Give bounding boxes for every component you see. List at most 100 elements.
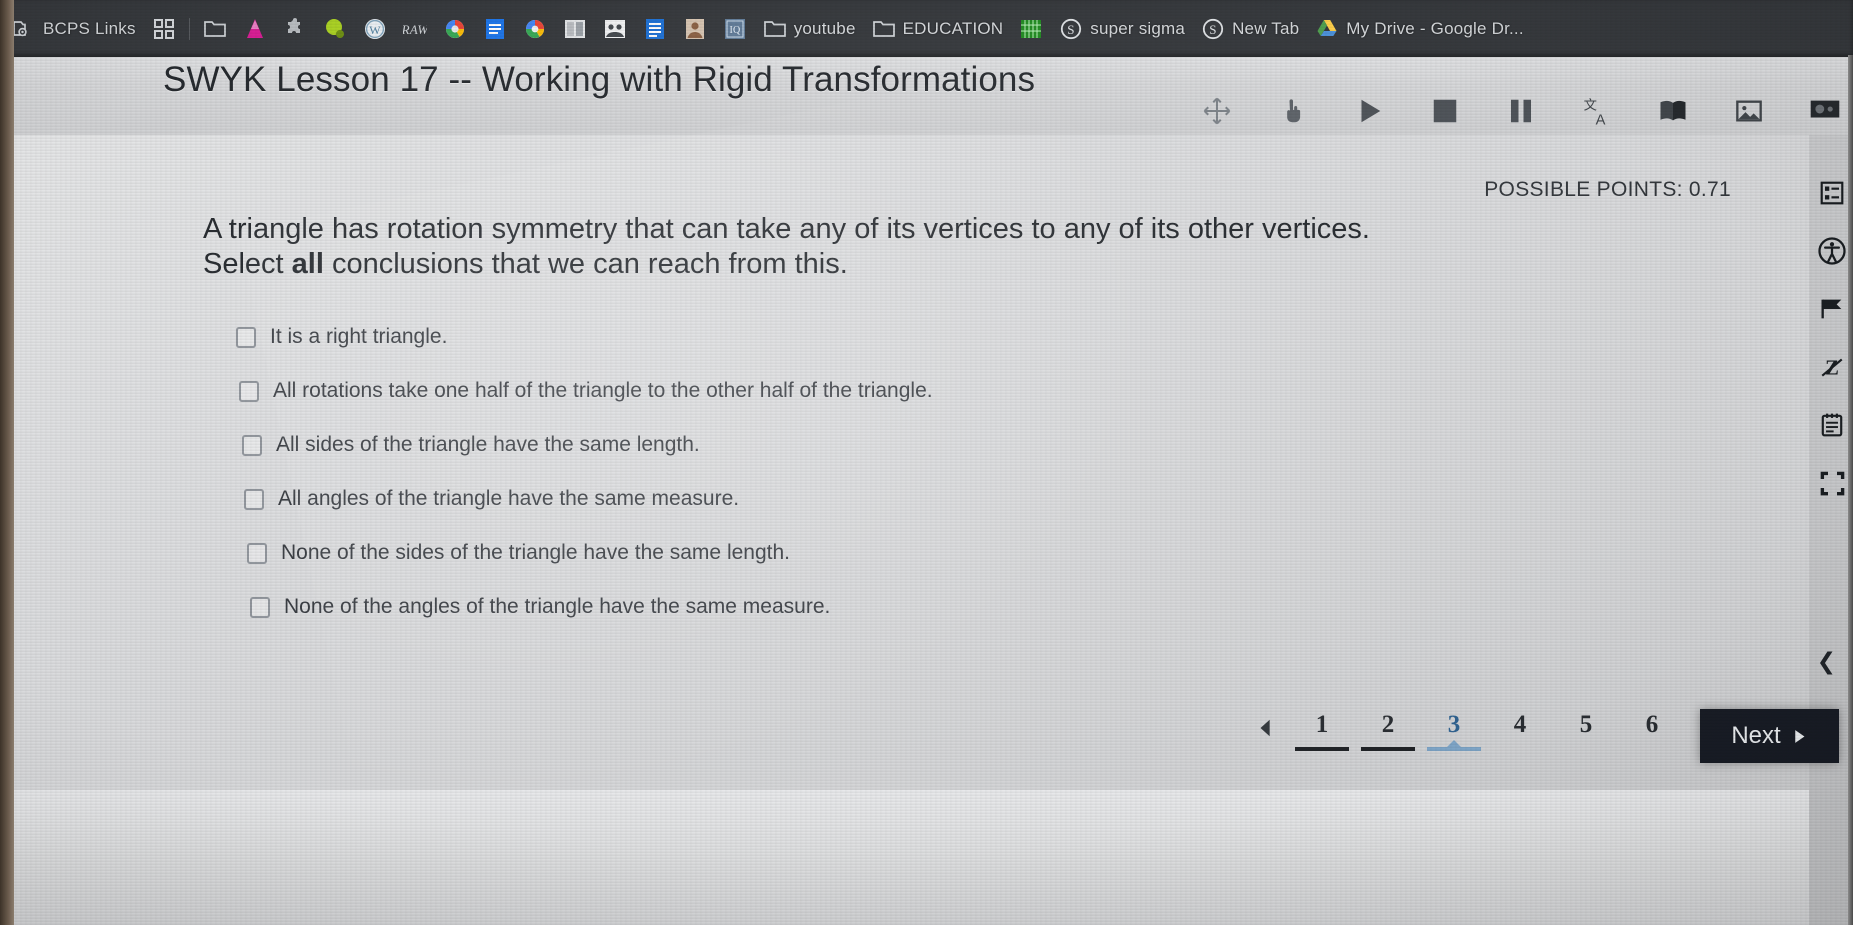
puzzle-piece-icon (287, 17, 300, 33)
sigma-circle-icon: S (1061, 18, 1082, 39)
pause-button[interactable] (1504, 94, 1538, 128)
blue-document-icon (645, 18, 664, 39)
question-line-1: A triangle has rotation symmetry that ca… (203, 213, 1370, 245)
bookmark-site-iq[interactable]: IQ (715, 9, 755, 49)
bookmark-label: My Drive - Google Dr... (1346, 18, 1524, 38)
bookmark-my-drive[interactable]: My Drive - Google Dr... (1307, 9, 1531, 49)
option-checkbox[interactable] (244, 488, 264, 510)
pause-bars-icon (1511, 99, 1531, 123)
answer-options: It is a right triangle. All rotations ta… (236, 310, 1436, 634)
folder-icon (763, 20, 786, 37)
image-icon (1736, 100, 1762, 122)
pagination-page-2[interactable]: 2 (1355, 711, 1421, 751)
bookmark-site-google-1[interactable] (435, 9, 475, 49)
bookmark-site-cards[interactable] (555, 9, 595, 49)
pagination-number: 3 (1447, 711, 1461, 738)
bookmark-site-people[interactable] (595, 9, 635, 49)
option-checkbox[interactable] (236, 326, 256, 348)
portrait-photo-icon (685, 18, 704, 39)
pagination-prev-button[interactable] (1243, 705, 1289, 751)
bookmark-folder-1[interactable] (195, 9, 235, 49)
bookmark-label: New Tab (1232, 18, 1300, 38)
option-checkbox[interactable] (247, 542, 267, 564)
bookmark-site-bluedoc-1[interactable] (475, 9, 515, 49)
monitor-bezel-left (0, 0, 14, 925)
svg-text:IQ: IQ (729, 25, 741, 36)
bookmark-site-bluedoc-2[interactable] (635, 9, 675, 49)
bookmark-label: youtube (793, 18, 856, 38)
accessibility-button[interactable] (1817, 236, 1847, 266)
option-checkbox[interactable] (250, 596, 270, 618)
pagination-page-6[interactable]: 6 (1619, 711, 1685, 751)
pagination-page-3[interactable]: 3 (1421, 711, 1487, 751)
flag-button[interactable] (1817, 294, 1847, 324)
translate-button[interactable]: 文 A (1580, 94, 1614, 128)
question-list-button[interactable] (1817, 178, 1847, 208)
image-button[interactable] (1732, 94, 1766, 128)
iq-blueprint-icon: IQ (724, 18, 745, 39)
wordpress-icon: W (364, 18, 385, 39)
bookmark-site-cone[interactable] (235, 9, 275, 49)
bookmark-super-sigma[interactable]: S super sigma (1051, 9, 1193, 49)
pagination-page-1[interactable]: 1 (1289, 711, 1355, 751)
bookmark-bcps-links[interactable]: BCPS Links (4, 9, 144, 49)
option-checkbox[interactable] (239, 380, 259, 402)
bookmark-new-tab[interactable]: S New Tab (1193, 9, 1307, 49)
hand-pointer-tool-icon[interactable] (1276, 94, 1310, 128)
fullscreen-icon (1820, 471, 1844, 495)
notepad-icon (1821, 413, 1843, 437)
bookmark-label: EDUCATION (902, 18, 1004, 38)
google-drive-icon (1317, 19, 1337, 36)
option-row[interactable]: None of the sides of the triangle have t… (236, 526, 1436, 580)
green-blob-icon (325, 18, 344, 38)
option-row[interactable]: All sides of the triangle have the same … (236, 418, 1436, 472)
book-button[interactable] (1656, 94, 1690, 128)
svg-text:A: A (1596, 112, 1606, 127)
option-label: None of the sides of the triangle have t… (281, 541, 790, 564)
pagination-page-5[interactable]: 5 (1553, 711, 1619, 751)
bookmark-site-google-2[interactable] (515, 9, 555, 49)
bookmark-site-puzzle[interactable] (275, 9, 315, 49)
bookmark-folder-youtube[interactable]: youtube (755, 9, 864, 49)
flag-icon (1821, 299, 1842, 319)
question-list-icon (1820, 181, 1844, 205)
option-row[interactable]: It is a right triangle. (236, 310, 1436, 364)
stop-button[interactable] (1428, 94, 1462, 128)
svg-text:W: W (369, 23, 381, 37)
next-button[interactable]: Next (1700, 709, 1839, 763)
pagination-number: 5 (1579, 711, 1593, 738)
notepad-button[interactable] (1817, 410, 1847, 440)
fullscreen-button[interactable] (1817, 468, 1847, 498)
bookmark-site-portrait[interactable] (675, 9, 715, 49)
strikethrough-button[interactable]: Z (1817, 352, 1847, 382)
pagination-number: 4 (1513, 711, 1527, 738)
option-label: It is a right triangle. (270, 325, 448, 348)
rail-collapse-button[interactable]: ❮ (1817, 650, 1836, 673)
cards-icon (564, 19, 585, 38)
option-row[interactable]: None of the angles of the triangle have … (236, 580, 1436, 634)
chevron-right-icon (1794, 729, 1805, 743)
bookmark-site-wordpress[interactable]: W (355, 9, 395, 49)
folder-icon (872, 20, 895, 37)
bookmark-folder-education[interactable]: EDUCATION (864, 9, 1012, 49)
question-text: A triangle has rotation symmetry that ca… (203, 212, 1563, 283)
option-row[interactable]: All angles of the triangle have the same… (236, 472, 1436, 526)
strikethrough-pen-icon: Z (1821, 358, 1843, 380)
green-grid-icon (1021, 19, 1042, 38)
bookmark-site-raw[interactable]: RAW (395, 9, 435, 49)
possible-points-value: 0.71 (1688, 178, 1731, 201)
option-checkbox[interactable] (242, 434, 262, 456)
option-row[interactable]: All rotations take one half of the trian… (236, 364, 1436, 418)
presentation-button[interactable] (1808, 94, 1842, 128)
option-label: All angles of the triangle have the same… (278, 487, 740, 510)
media-toolbar: 文 A (1200, 94, 1842, 128)
pagination-page-4[interactable]: 4 (1487, 711, 1553, 751)
bookmark-site-green[interactable] (315, 9, 355, 49)
play-button[interactable] (1352, 94, 1386, 128)
pagination-underline (1625, 747, 1679, 751)
bookmark-label: super sigma (1090, 18, 1186, 38)
bookmark-apps-grid[interactable] (144, 9, 184, 49)
possible-points-label: POSSIBLE POINTS: (1484, 178, 1683, 201)
bookmark-site-green-grid[interactable] (1011, 9, 1051, 49)
move-tool-icon[interactable] (1200, 94, 1234, 128)
